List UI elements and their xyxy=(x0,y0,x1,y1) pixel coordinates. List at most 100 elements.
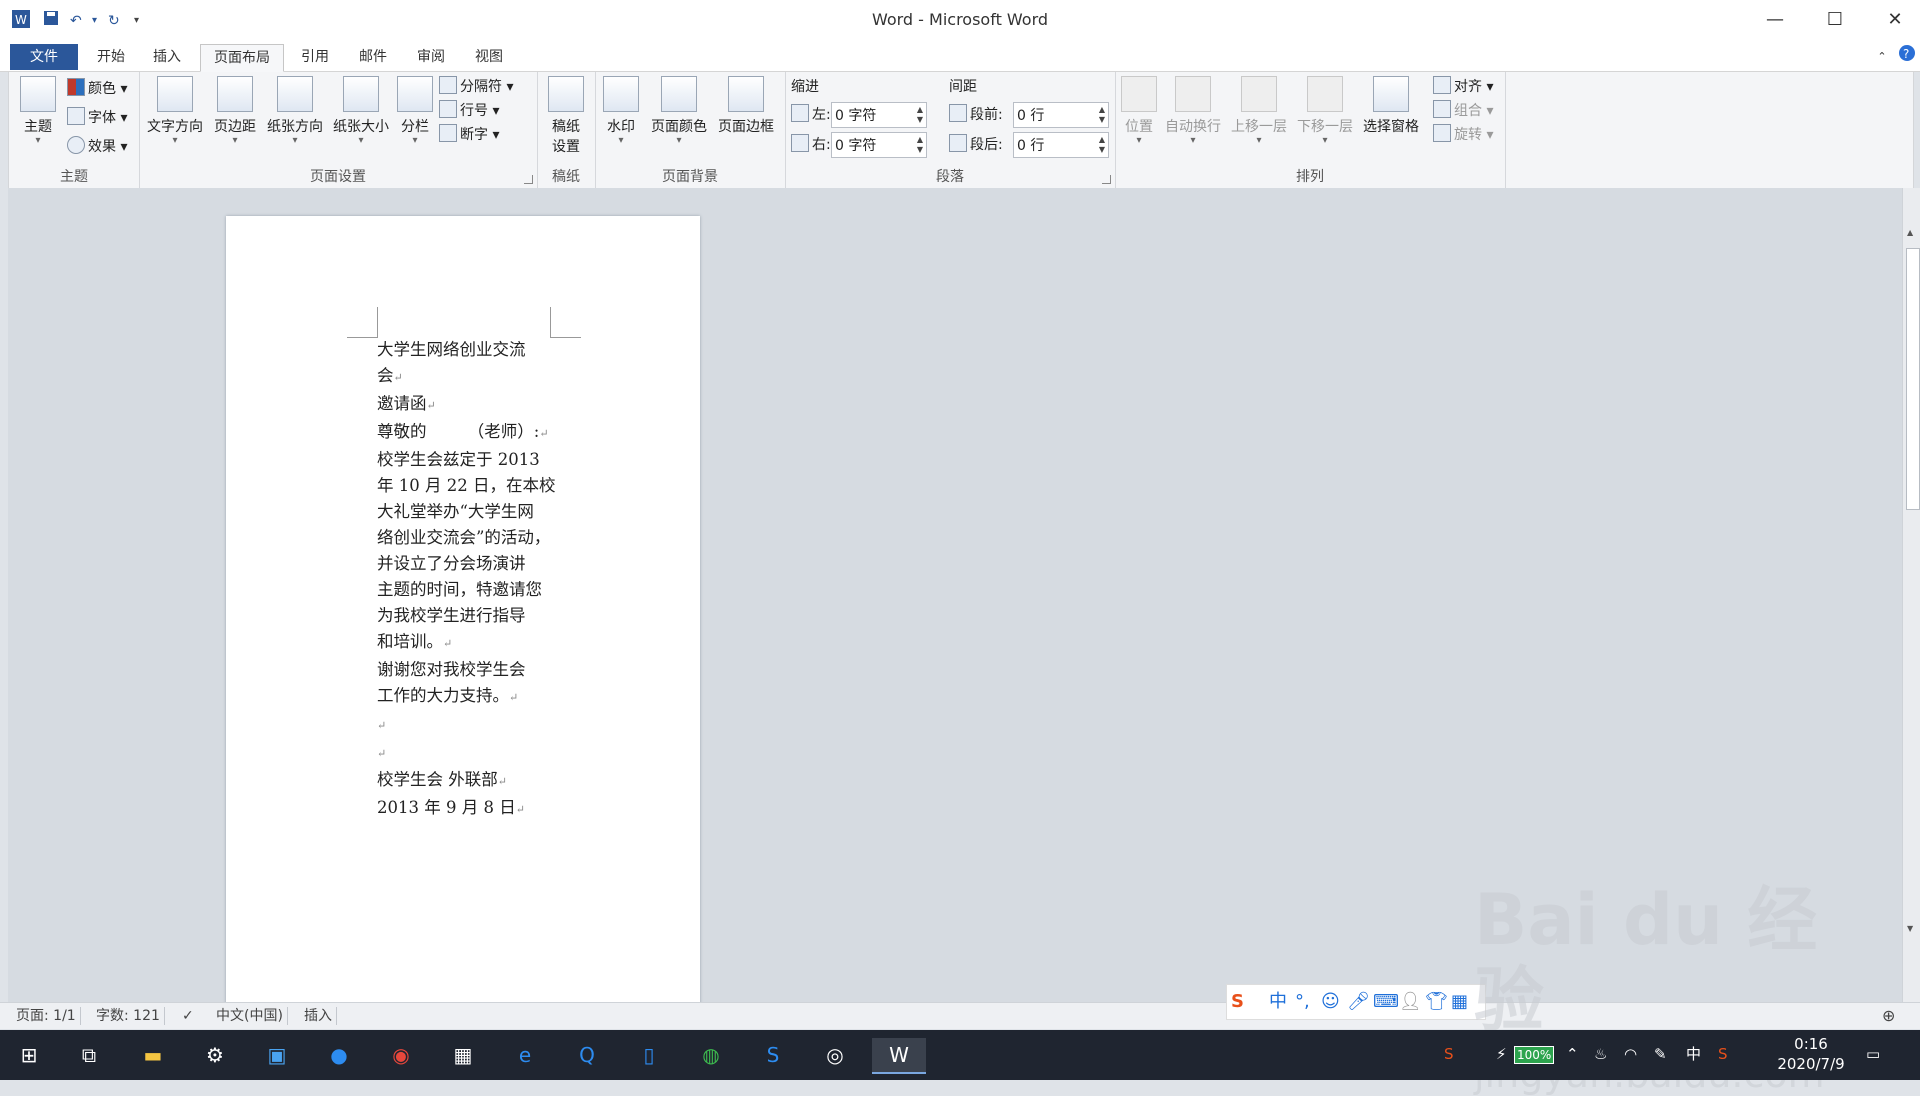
action-center-icon[interactable]: ▭ xyxy=(1866,1042,1880,1066)
settings-icon[interactable]: ⚙ xyxy=(198,1038,232,1072)
hyphenation-button[interactable]: 断字 ▾ xyxy=(439,124,499,146)
insert-mode[interactable]: 插入 xyxy=(300,1007,337,1025)
maximize-button[interactable]: ☐ xyxy=(1812,4,1858,36)
tab-file[interactable]: 文件 xyxy=(10,44,78,70)
spacing-after-spinner[interactable]: ▲ ▼ xyxy=(1099,135,1105,155)
document-line[interactable]: 校学生会兹定于 2013 xyxy=(377,447,567,473)
task-view-icon[interactable]: ⧉ xyxy=(72,1038,106,1072)
wifi-icon[interactable]: ◠ xyxy=(1624,1042,1637,1066)
page-count[interactable]: 页面: 1/1 xyxy=(12,1007,81,1025)
tab-home[interactable]: 开始 xyxy=(88,44,134,70)
word-taskbar-icon[interactable]: W xyxy=(872,1038,926,1074)
indent-right-field[interactable]: 0 字符 ▲ ▼ xyxy=(831,132,927,158)
page-setup-launcher-icon[interactable] xyxy=(524,175,533,184)
wechat-icon[interactable]: ◍ xyxy=(694,1038,728,1072)
spacing-before-spinner[interactable]: ▲ ▼ xyxy=(1099,105,1105,125)
chrome-icon[interactable]: ◉ xyxy=(384,1038,418,1072)
document-line[interactable]: 年 10 月 22 日，在本校 xyxy=(377,473,567,499)
fonts-button[interactable]: 字体 ▾ xyxy=(67,107,127,129)
document-line[interactable]: 主题的时间，特邀请您 xyxy=(377,577,567,603)
proofing-icon[interactable]: ✓ xyxy=(178,1007,198,1025)
ime-toolbar[interactable]: S 中 °, ☺ 🎤︎ ⌨ 👤︎ 👕︎ ▦ xyxy=(1226,984,1486,1020)
l-app-icon[interactable]: ● xyxy=(322,1038,356,1072)
tab-insert[interactable]: 插入 xyxy=(144,44,190,70)
scroll-down-icon[interactable]: ▼ xyxy=(1907,924,1913,933)
tab-view[interactable]: 视图 xyxy=(466,44,512,70)
orientation-button[interactable]: 纸张方向 ▾ xyxy=(263,76,327,146)
indent-right-spinner[interactable]: ▲ ▼ xyxy=(917,135,923,155)
document-line[interactable]: 络创业交流会”的活动， xyxy=(377,525,567,551)
tab-page-layout[interactable]: 页面布局 xyxy=(200,44,284,72)
close-button[interactable]: ✕ xyxy=(1872,4,1918,36)
document-line[interactable]: 2013 年 9 月 8 日↵ xyxy=(377,795,567,823)
wrap-text-button[interactable]: 自动换行 ▾ xyxy=(1161,76,1225,146)
size-button[interactable]: 纸张大小 ▾ xyxy=(329,76,393,146)
input-language[interactable]: 中 xyxy=(1686,1042,1701,1066)
rotate-button[interactable]: 旋转 ▾ xyxy=(1433,124,1493,146)
document-line[interactable]: 和培训。↵ xyxy=(377,629,567,657)
document-line[interactable]: 工作的大力支持。↵ xyxy=(377,683,567,711)
start-icon[interactable]: ⊞ xyxy=(12,1038,46,1072)
collapse-ribbon-icon[interactable]: ⌃ xyxy=(1874,44,1890,70)
document-line[interactable]: 会↵ xyxy=(377,363,567,391)
document-line[interactable]: 校学生会 外联部↵ xyxy=(377,767,567,795)
margins-button[interactable]: 页边距 ▾ xyxy=(209,76,261,146)
document-line[interactable]: 大礼堂举办“大学生网 xyxy=(377,499,567,525)
ie-icon[interactable]: e xyxy=(508,1038,542,1072)
scroll-thumb[interactable] xyxy=(1906,248,1920,510)
themes-button[interactable]: 主题 ▾ xyxy=(15,76,61,146)
show-hidden-icons[interactable]: ⌃ xyxy=(1566,1042,1579,1066)
phone-app-icon[interactable]: ▯ xyxy=(632,1038,666,1072)
document-line[interactable]: 并设立了分会场演讲 xyxy=(377,551,567,577)
sogou-ime-tray-icon[interactable]: S xyxy=(1718,1042,1728,1066)
minimize-button[interactable]: — xyxy=(1752,4,1798,36)
document-line[interactable]: 谢谢您对我校学生会 xyxy=(377,657,567,683)
tab-references[interactable]: 引用 xyxy=(292,44,338,70)
language-indicator[interactable]: 中文(中国) xyxy=(212,1007,288,1025)
indent-left-spinner[interactable]: ▲ ▼ xyxy=(917,105,923,125)
word-count[interactable]: 字数: 121 xyxy=(92,1007,165,1025)
document-line[interactable]: 尊敬的 （老师）:↵ xyxy=(377,419,567,447)
document-line[interactable]: 大学生网络创业交流 xyxy=(377,337,567,363)
colors-button[interactable]: 颜色 ▾ xyxy=(67,78,127,100)
bring-forward-button[interactable]: 上移一层 ▾ xyxy=(1227,76,1291,146)
position-button[interactable]: 位置 ▾ xyxy=(1119,76,1159,146)
effects-button[interactable]: 效果 ▾ xyxy=(67,136,127,158)
indent-left-field[interactable]: 0 字符 ▲ ▼ xyxy=(831,102,927,128)
align-button[interactable]: 对齐 ▾ xyxy=(1433,76,1493,98)
globe-app-icon[interactable]: ◎ xyxy=(818,1038,852,1072)
skin-icon[interactable]: 👕︎ xyxy=(1425,991,1448,1013)
file-explorer-icon[interactable]: ▬ xyxy=(136,1038,170,1072)
document-page[interactable]: 大学生网络创业交流 会↵ 邀请函↵ 尊敬的 （老师）:↵ 校学生会兹定于 2013 年 1… xyxy=(226,216,700,1006)
breaks-button[interactable]: 分隔符 ▾ xyxy=(439,76,513,98)
punctuation-icon[interactable]: °, xyxy=(1295,991,1310,1013)
sogou-app-icon[interactable]: S xyxy=(756,1038,790,1072)
document-line[interactable]: 为我校学生进行指导 xyxy=(377,603,567,629)
columns-button[interactable]: 分栏 ▾ xyxy=(395,76,435,146)
voice-icon[interactable]: 🎤︎ xyxy=(1347,991,1370,1013)
group-button[interactable]: 组合 ▾ xyxy=(1433,100,1493,122)
selection-pane-button[interactable]: 选择窗格 xyxy=(1359,76,1423,136)
pen-icon[interactable]: ✎ xyxy=(1654,1042,1667,1066)
spacing-after-field[interactable]: 0 行 ▲ ▼ xyxy=(1013,132,1109,158)
help-icon[interactable]: ? xyxy=(1898,44,1916,70)
text-direction-button[interactable]: 文字方向 ▾ xyxy=(143,76,207,146)
user-icon[interactable]: 👤︎ xyxy=(1399,991,1422,1013)
zoom-in-icon[interactable]: ⊕ xyxy=(1878,1007,1899,1025)
document-line[interactable]: ↵ xyxy=(377,739,567,767)
notification-app-icon[interactable]: ♨ xyxy=(1594,1042,1607,1066)
ime-mode[interactable]: 中 xyxy=(1269,991,1287,1013)
battery-indicator[interactable]: 100% xyxy=(1514,1046,1555,1064)
watermark-button[interactable]: 水印 ▾ xyxy=(599,76,643,146)
photos-icon[interactable]: ▣ xyxy=(260,1038,294,1072)
tab-mailings[interactable]: 邮件 xyxy=(350,44,396,70)
emoji-icon[interactable]: ☺ xyxy=(1321,991,1340,1013)
manuscript-settings-button[interactable]: 稿纸 设置 xyxy=(541,76,591,156)
toolbox-icon[interactable]: ▦ xyxy=(1451,991,1468,1013)
page-borders-button[interactable]: 页面边框 xyxy=(713,76,779,136)
scroll-up-icon[interactable]: ▲ xyxy=(1907,228,1913,237)
document-body[interactable]: 大学生网络创业交流 会↵ 邀请函↵ 尊敬的 （老师）:↵ 校学生会兹定于 2013 年 1… xyxy=(377,337,567,823)
sogou-logo[interactable]: S xyxy=(1231,991,1244,1013)
store-icon[interactable]: ▦ xyxy=(446,1038,480,1072)
tab-review[interactable]: 审阅 xyxy=(408,44,454,70)
